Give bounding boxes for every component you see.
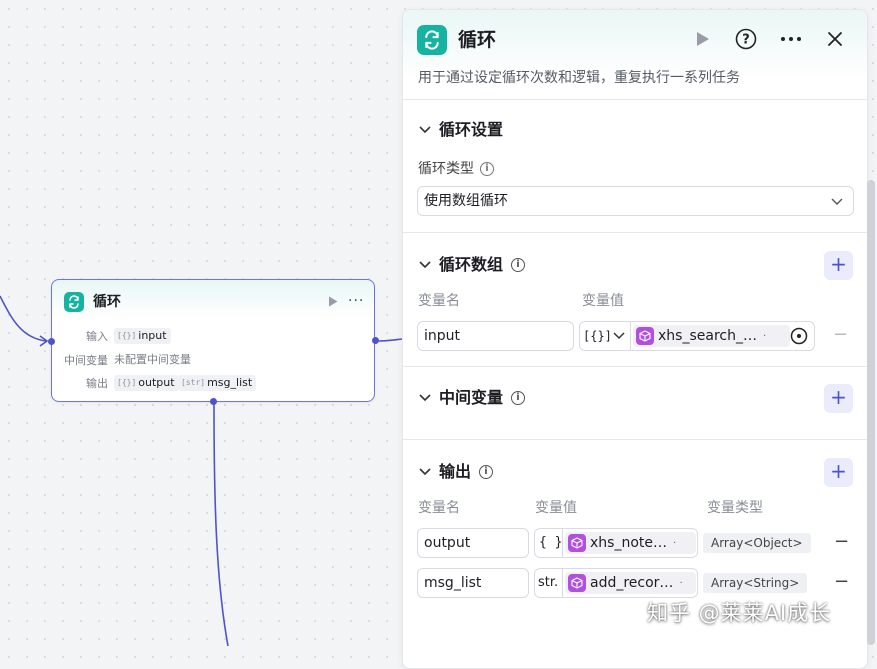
panel-title: 循环 <box>458 29 497 51</box>
section-loop-settings[interactable]: 循环设置 <box>419 119 503 141</box>
info-icon[interactable]: i <box>511 391 526 405</box>
config-panel: 循环 ? 用于通过设定循环次数和逻辑，重复执行一系列任务 循环设置 循环类型 i… <box>402 9 868 669</box>
target-icon[interactable] <box>790 327 808 345</box>
loop-node[interactable]: 循环 ··· 输入 [{}] input 中间变量 未配置中间变量 输出 [{}]… <box>48 279 379 405</box>
section-intermediate[interactable]: 中间变量 i <box>419 387 526 409</box>
col-var-name: 变量名 <box>418 293 460 309</box>
node-title: 循环 <box>93 294 121 310</box>
outgoing-edge <box>378 338 403 342</box>
node-output-port[interactable] <box>372 337 379 344</box>
node-ref-icon <box>636 327 654 345</box>
section-loop-array[interactable]: 循环数组 i <box>419 254 526 276</box>
loop-body-edge <box>213 403 229 646</box>
output-ref-text: add_recor… <box>590 575 674 591</box>
section-title: 循环数组 <box>439 255 504 274</box>
col-var-value: 变量值 <box>535 500 577 516</box>
info-icon[interactable]: i <box>480 162 494 176</box>
remove-output-row-icon[interactable]: − <box>834 572 849 592</box>
node-output-label: 输出 <box>86 377 108 390</box>
divider <box>403 366 867 367</box>
output-var-name-value: msg_list <box>424 575 482 591</box>
output-ref-chip[interactable]: xhs_note… · <box>565 532 696 554</box>
chevron-down-icon <box>419 394 431 402</box>
divider <box>403 99 867 100</box>
run-icon[interactable] <box>694 30 712 48</box>
chevron-down-icon[interactable] <box>613 332 625 340</box>
output-var-type-badge: Array<String> <box>703 573 808 593</box>
chevron-down-icon <box>419 126 431 134</box>
more-icon[interactable] <box>779 30 803 48</box>
section-title: 循环设置 <box>439 120 504 139</box>
node-body-port[interactable] <box>210 398 217 405</box>
close-icon[interactable] <box>826 30 844 48</box>
loop-icon <box>64 292 84 312</box>
chevron-down-icon <box>831 198 843 206</box>
panel-description: 用于通过设定循环次数和逻辑，重复执行一系列任务 <box>418 70 740 86</box>
output-var-value-field[interactable]: str. add_recor… · <box>534 568 698 598</box>
output-var-name-input[interactable]: output <box>417 528 529 558</box>
node-ref-icon <box>568 574 586 592</box>
section-title: 中间变量 <box>439 388 504 407</box>
output-var-name-value: output <box>424 535 471 551</box>
panel-scrollbar[interactable] <box>867 180 875 645</box>
output-ref-text: xhs_note… <box>590 535 667 551</box>
output-ref-chip[interactable]: add_recor… · <box>565 572 696 594</box>
svg-text:?: ? <box>742 33 750 48</box>
node-input-label: 输入 <box>86 330 108 343</box>
chevron-down-icon <box>419 468 431 476</box>
remove-array-row-icon[interactable]: − <box>833 325 848 345</box>
array-ref-text: xhs_search_… <box>658 328 757 344</box>
section-output[interactable]: 输出 i <box>419 461 494 483</box>
output-var-type-badge: Array<Object> <box>703 533 811 553</box>
node-intermediate-label: 中间变量 <box>64 354 108 367</box>
array-var-name-value: input <box>424 328 461 344</box>
col-var-name: 变量名 <box>418 500 460 516</box>
help-icon[interactable]: ? <box>735 28 757 50</box>
array-type-glyph[interactable]: [{}] <box>583 322 612 350</box>
node-output-chip: [{}] output <box>114 375 179 391</box>
output-type-glyph[interactable]: { } <box>539 529 562 557</box>
chevron-down-icon <box>419 261 431 269</box>
output-var-name-input[interactable]: msg_list <box>417 568 529 598</box>
remove-output-row-icon[interactable]: − <box>834 532 849 552</box>
node-msg-list-chip: [str] msg_list <box>178 375 257 391</box>
info-icon[interactable]: i <box>479 465 494 479</box>
add-output-button[interactable]: + <box>824 458 853 487</box>
divider <box>403 232 867 233</box>
node-ref-icon <box>568 534 586 552</box>
col-var-type: 变量类型 <box>707 500 763 516</box>
node-more-icon[interactable]: ··· <box>348 293 364 309</box>
loop-type-select[interactable]: 使用数组循环 <box>417 186 854 216</box>
array-var-value-field[interactable]: [{}] xhs_search_… · <box>579 321 815 351</box>
add-intermediate-button[interactable]: + <box>824 384 853 413</box>
output-type-glyph[interactable]: str. <box>538 569 558 597</box>
incoming-edge <box>0 295 47 342</box>
node-intermediate-text: 未配置中间变量 <box>114 353 191 366</box>
section-title: 输出 <box>439 462 472 481</box>
col-var-value: 变量值 <box>582 293 624 309</box>
add-array-button[interactable]: + <box>824 251 853 280</box>
node-input-chip: [{}] input <box>114 328 171 344</box>
array-var-name-input[interactable]: input <box>417 321 574 351</box>
node-input-port[interactable] <box>48 338 55 345</box>
info-icon[interactable]: i <box>511 258 526 272</box>
divider <box>403 439 867 440</box>
loop-type-value: 使用数组循环 <box>424 193 508 209</box>
watermark: 知乎 @莱莱AI成长 <box>647 601 832 625</box>
output-var-value-field[interactable]: { } xhs_note… · <box>534 528 698 558</box>
array-ref-chip[interactable]: xhs_search_… · <box>633 325 790 347</box>
loop-type-label: 循环类型 i <box>418 159 494 179</box>
node-run-icon[interactable] <box>328 296 338 307</box>
loop-icon <box>417 25 447 55</box>
